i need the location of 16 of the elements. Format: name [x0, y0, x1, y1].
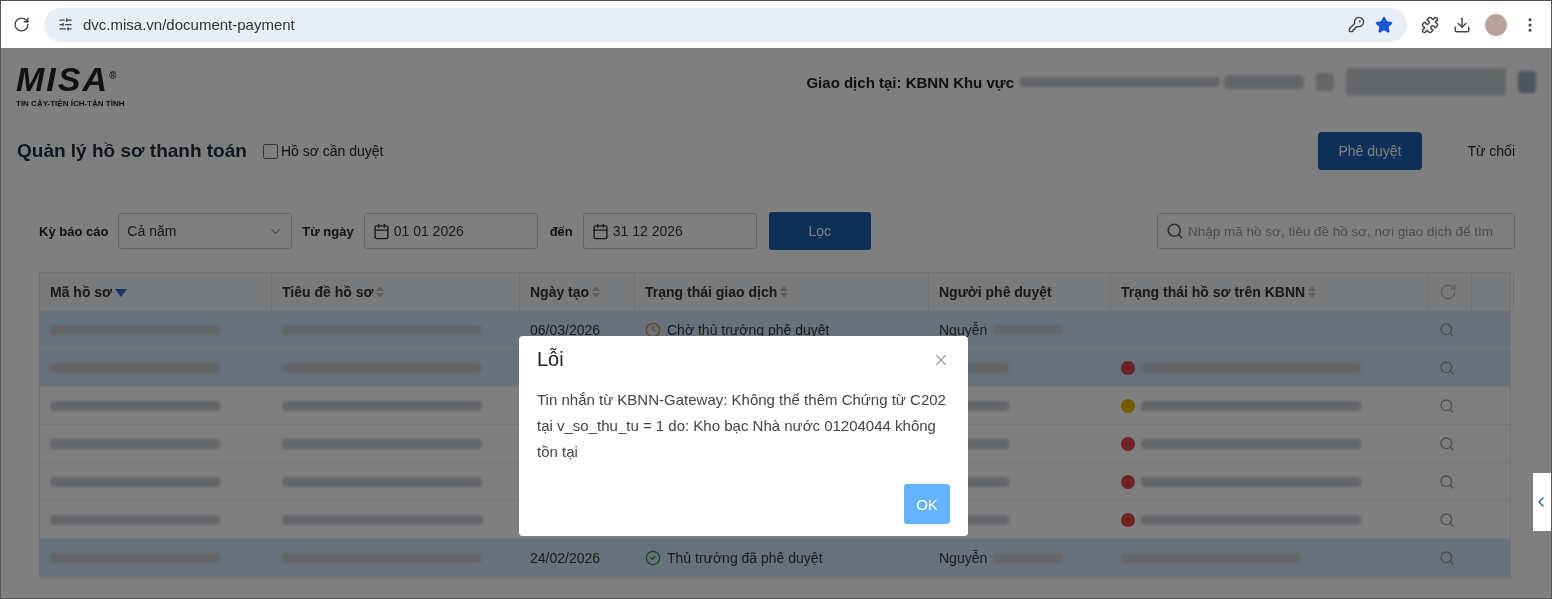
approver-text: Nguyễn [939, 549, 988, 566]
logo-tagline: TIN CẬY-TIỆN ÍCH-TẬN TÌNH [16, 99, 125, 109]
field-label: Từ ngày [302, 223, 354, 239]
status-text: Thủ trưởng đã phê duyệt [667, 549, 823, 566]
logo: MISA$^{®}$ [16, 59, 120, 99]
checkbox-label: Hồ sơ cần duyệt [280, 143, 384, 159]
approver-text: Nguyễn [939, 321, 988, 338]
location-label: Giao dịch tại: KBNN Khu vực [806, 73, 1014, 91]
url-text: dvc.misa.vn/document-payment [83, 16, 296, 33]
dialog-message: Tin nhắn từ KBNN-Gateway: Không thể thêm Chứng từ C202 tại v_so_thu_tu = 1 do: Kho bạc Nhà nước 01204044 không tồn tại [537, 390, 947, 462]
field-label: đến [549, 223, 573, 239]
date-text: 06/03/2026 [530, 321, 601, 338]
date-text: 24/02/2026 [530, 549, 601, 566]
page-title: Quản lý hồ sơ thanh toán [17, 140, 247, 162]
dialog-title: Lỗi [537, 348, 564, 371]
field-label: Kỳ báo cáo [39, 223, 109, 239]
